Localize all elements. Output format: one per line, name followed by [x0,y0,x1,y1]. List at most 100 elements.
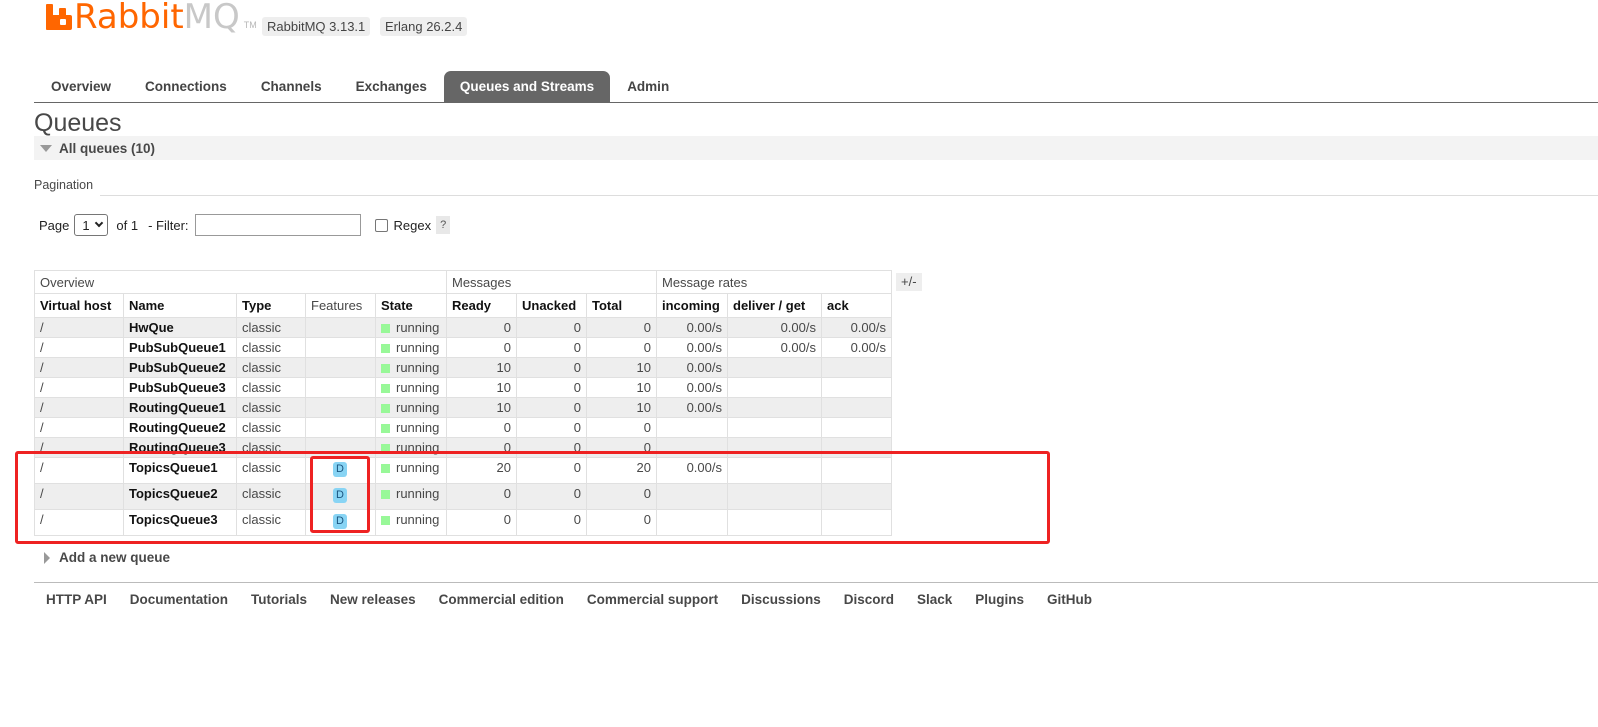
filter-row: Page 1 of 1 - Filter: Regex ? [39,214,451,236]
cell-ready: 10 [446,377,517,398]
cell-ready: 10 [446,397,517,418]
logo-trademark: TM [243,20,257,30]
footer-link-new-releases[interactable]: New releases [330,592,416,607]
cell-features [305,337,376,358]
tab-admin[interactable]: Admin [610,71,686,102]
cell-queue-name[interactable]: PubSubQueue1 [123,337,237,358]
cell-queue-name[interactable]: PubSubQueue3 [123,377,237,398]
footer-links: HTTP API Documentation Tutorials New rel… [46,592,1092,607]
footer-link-tutorials[interactable]: Tutorials [251,592,307,607]
group-header-messages: Messages [446,270,657,294]
main-nav-tabs: Overview Connections Channels Exchanges … [34,71,1598,103]
footer-link-slack[interactable]: Slack [917,592,952,607]
rabbitmq-logo-icon [46,4,72,30]
cell-unacked: 0 [516,357,587,378]
cell-deliver-get-rate [727,377,822,398]
tab-overview[interactable]: Overview [34,71,128,102]
erlang-version-badge: Erlang 26.2.4 [380,17,468,36]
col-total[interactable]: Total [586,293,657,318]
col-ack[interactable]: ack [821,293,892,318]
col-deliver-get[interactable]: deliver / get [727,293,822,318]
cell-type: classic [236,337,306,358]
cell-incoming-rate: 0.00/s [656,397,728,418]
add-new-queue-toggle[interactable]: Add a new queue [44,550,170,565]
pagination-divider [100,195,1598,196]
regex-label: Regex [393,217,432,233]
col-state[interactable]: State [375,293,447,318]
footer-link-commercial-support[interactable]: Commercial support [587,592,718,607]
group-header-message-rates: Message rates [656,270,892,294]
cell-unacked: 0 [516,377,587,398]
cell-queue-name[interactable]: PubSubQueue2 [123,357,237,378]
cell-features [305,377,376,398]
footer-link-github[interactable]: GitHub [1047,592,1092,607]
cell-total: 0 [586,317,657,338]
cell-total: 10 [586,377,657,398]
cell-ack-rate [821,357,892,378]
cell-ack-rate [821,397,892,418]
collapse-triangle-icon [40,144,52,152]
col-unacked[interactable]: Unacked [516,293,587,318]
cell-ready: 0 [446,337,517,358]
pagination-heading: Pagination [34,178,94,192]
state-label: running [396,380,440,395]
footer-link-http-api[interactable]: HTTP API [46,592,107,607]
cell-queue-name[interactable]: HwQue [123,317,237,338]
cell-type: classic [236,377,306,398]
col-features: Features [305,293,376,318]
cell-unacked: 0 [516,337,587,358]
cell-unacked: 0 [516,397,587,418]
footer-link-documentation[interactable]: Documentation [130,592,228,607]
columns-toggle-button[interactable]: +/- [896,273,922,291]
cell-virtual-host: / [34,357,124,378]
page-label: Page [39,217,70,233]
regex-help-button[interactable]: ? [436,216,451,234]
running-status-icon [381,344,390,353]
footer-link-discussions[interactable]: Discussions [741,592,821,607]
tab-channels[interactable]: Channels [244,71,339,102]
tab-exchanges[interactable]: Exchanges [339,71,444,102]
cell-total: 10 [586,357,657,378]
rabbitmq-version-badge: RabbitMQ 3.13.1 [262,17,371,36]
all-queues-section-toggle[interactable]: All queues (10) [34,136,1598,160]
table-row: / PubSubQueue2 classic running 10 0 10 0.00/s [34,357,892,378]
col-name[interactable]: Name [123,293,237,318]
filter-input[interactable] [194,214,361,236]
page-select-value: 1 [82,217,90,233]
col-virtual-host[interactable]: Virtual host [34,293,124,318]
rabbitmq-logo[interactable]: RabbitMQ TM [46,0,257,34]
tab-queues-and-streams[interactable]: Queues and Streams [443,71,611,102]
cell-queue-name[interactable]: RoutingQueue1 [123,397,237,418]
cell-state: running [375,317,447,338]
footer-link-plugins[interactable]: Plugins [975,592,1024,607]
col-incoming[interactable]: incoming [656,293,728,318]
footer-divider [34,582,1598,583]
cell-incoming-rate: 0.00/s [656,357,728,378]
cell-ready: 10 [446,357,517,378]
cell-state: running [375,357,447,378]
cell-incoming-rate [656,417,728,438]
cell-state: running [375,377,447,398]
cell-deliver-get-rate: 0.00/s [727,337,822,358]
tab-connections[interactable]: Connections [128,71,244,102]
highlight-box-topics-queues [15,451,1050,544]
expand-triangle-icon [44,551,50,564]
state-label: running [396,420,440,435]
cell-state: running [375,417,447,438]
page-of-label: of 1 [116,217,139,233]
table-row: / RoutingQueue2 classic running 0 0 0 [34,417,892,438]
regex-checkbox[interactable] [374,218,388,232]
state-label: running [396,320,440,335]
cell-type: classic [236,397,306,418]
cell-total: 0 [586,417,657,438]
cell-type: classic [236,357,306,378]
page-select[interactable]: 1 [74,214,109,236]
col-ready[interactable]: Ready [446,293,517,318]
footer-link-discord[interactable]: Discord [844,592,894,607]
cell-queue-name[interactable]: RoutingQueue2 [123,417,237,438]
cell-features [305,317,376,338]
state-label: running [396,340,440,355]
cell-virtual-host: / [34,377,124,398]
col-type[interactable]: Type [236,293,306,318]
footer-link-commercial-edition[interactable]: Commercial edition [439,592,564,607]
